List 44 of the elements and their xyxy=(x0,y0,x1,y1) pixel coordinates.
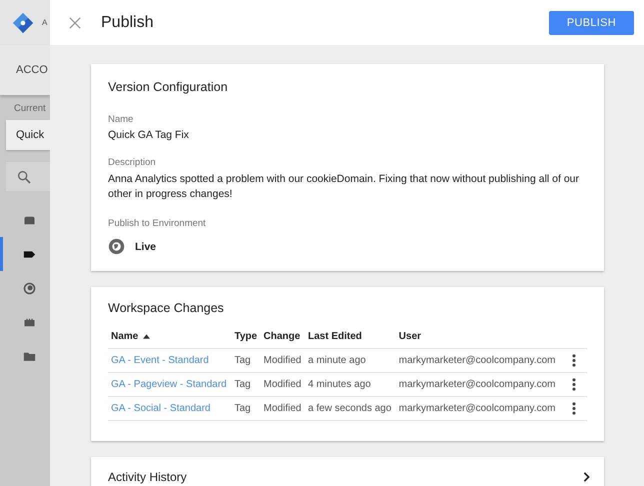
search-icon xyxy=(16,168,32,184)
column-header: User xyxy=(398,331,422,342)
field-label: Name xyxy=(108,114,134,125)
table-cell: a few seconds ago xyxy=(308,403,392,414)
table-cell: Tag xyxy=(234,379,251,390)
environment-name: Live xyxy=(135,240,156,252)
field-label: Publish to Environment xyxy=(108,218,207,229)
column-header[interactable]: Name xyxy=(111,331,150,342)
table-cell: Modified xyxy=(264,379,302,390)
more-icon[interactable] xyxy=(572,402,576,415)
workspace-selector[interactable]: Quick xyxy=(6,120,50,150)
globe-icon xyxy=(108,238,125,255)
more-icon[interactable] xyxy=(572,354,576,367)
close-icon[interactable] xyxy=(69,16,81,28)
nav-tab[interactable]: ACCO xyxy=(16,64,48,76)
card-heading: Version Configuration xyxy=(108,80,229,94)
card-heading: Activity History xyxy=(108,470,187,484)
more-icon[interactable] xyxy=(572,378,576,391)
publish-button[interactable]: PUBLISH xyxy=(548,10,634,34)
table-cell: Tag xyxy=(234,355,251,366)
logo-icon xyxy=(12,12,34,34)
sort-up-icon xyxy=(143,334,150,339)
table-cell: Tag xyxy=(234,403,251,414)
table-cell: markymarketer@coolcompany.com xyxy=(398,379,556,390)
card-heading: Workspace Changes xyxy=(108,301,225,315)
panel-title: Publish xyxy=(101,14,154,32)
column-header: Type xyxy=(234,331,258,342)
table-cell: markymarketer@coolcompany.com xyxy=(398,403,556,414)
activity-history-row[interactable]: Activity History xyxy=(91,457,604,486)
column-header: Change xyxy=(264,331,300,342)
table-cell: markymarketer@coolcompany.com xyxy=(398,355,556,366)
table-cell: Modified xyxy=(264,355,302,366)
trigger-icon xyxy=(22,280,37,296)
field-label: Description xyxy=(108,157,157,168)
search-field[interactable] xyxy=(6,162,50,191)
table-cell: a minute ago xyxy=(308,355,366,366)
column-header: Last Edited xyxy=(308,331,362,342)
table-cell: Modified xyxy=(264,403,302,414)
app-label: A xyxy=(42,18,48,26)
version-description: Anna Analytics spotted a problem with our cookieDomain. Fixing that now without publishing all of our other in progress changes! xyxy=(108,172,580,202)
table-cell: 4 minutes ago xyxy=(308,379,371,390)
current-label: Current xyxy=(14,103,47,114)
chevron-right-icon xyxy=(583,472,590,482)
version-name: Quick GA Tag Fix xyxy=(108,129,190,141)
